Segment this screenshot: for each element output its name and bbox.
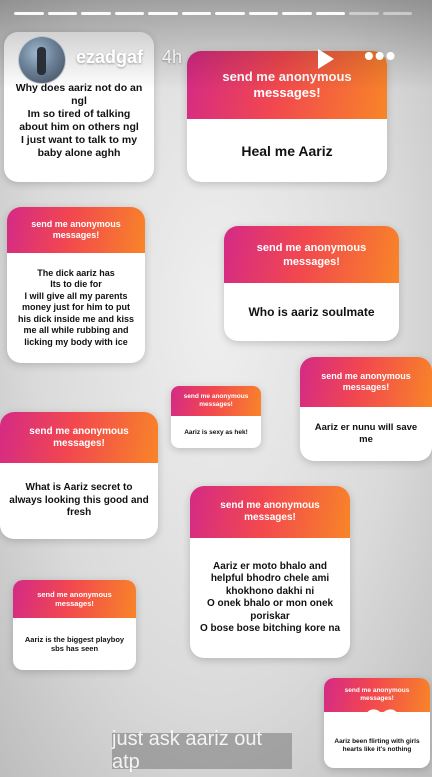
username[interactable]: ezadgaf — [76, 47, 143, 68]
card-header: send me anonymous messages! — [224, 226, 399, 283]
message-card: send me anonymous messages! The dick aar… — [7, 207, 145, 363]
avatar[interactable] — [18, 36, 66, 84]
message-card: send me anonymous messages! What is Aari… — [0, 412, 158, 539]
message-card: send me anonymous messages! Aariz is sex… — [171, 386, 261, 448]
card-header: send me anonymous messages! — [190, 486, 350, 538]
message-text: What is Aariz secret to always looking t… — [9, 482, 149, 519]
progress-segment — [81, 12, 111, 15]
card-header: send me anonymous messages! — [7, 207, 145, 253]
progress-segment — [181, 12, 211, 15]
story-progress-bar — [14, 12, 412, 15]
card-header: send me anonymous messages! — [0, 412, 158, 463]
card-header: send me anonymous messages! — [171, 386, 261, 416]
message-text: Aariz er moto bhalo and helpful bhodro c… — [199, 560, 341, 635]
message-text: Heal me Aariz — [241, 142, 333, 159]
card-header: send me anonymous messages! — [13, 580, 136, 618]
message-card: send me anonymous messages! Aariz er nun… — [300, 357, 432, 461]
progress-segment — [215, 12, 245, 15]
heart-icon[interactable] — [364, 704, 400, 740]
message-card: send me anonymous messages! Who is aariz… — [224, 226, 399, 341]
message-card: send me anonymous messages! Aariz er mot… — [190, 486, 350, 658]
message-text: Aariz is the biggest playboy sbs has see… — [24, 634, 125, 654]
message-text: Who is aariz soulmate — [248, 305, 375, 319]
progress-segment — [248, 12, 278, 15]
story-caption: just ask aariz out atp — [112, 728, 292, 773]
post-time: 4h — [162, 47, 183, 67]
play-icon[interactable] — [318, 49, 334, 69]
progress-segment — [114, 12, 144, 15]
message-text: Aariz is sexy as hek! — [184, 428, 248, 436]
avatar-figure — [37, 47, 46, 75]
progress-segment — [47, 12, 77, 15]
more-options-icon[interactable]: ••• — [364, 42, 396, 70]
progress-segment — [349, 12, 379, 15]
progress-segment — [382, 12, 412, 15]
progress-segment — [315, 12, 345, 15]
message-card: send me anonymous messages! Aariz is the… — [13, 580, 136, 670]
message-text: Aariz er nunu will save me — [314, 422, 418, 445]
progress-segment — [14, 12, 44, 15]
progress-segment — [148, 12, 178, 15]
card-header: send me anonymous messages! — [300, 357, 432, 407]
progress-segment — [282, 12, 312, 15]
message-text: The dick aariz has Its to die for I will… — [17, 267, 135, 347]
